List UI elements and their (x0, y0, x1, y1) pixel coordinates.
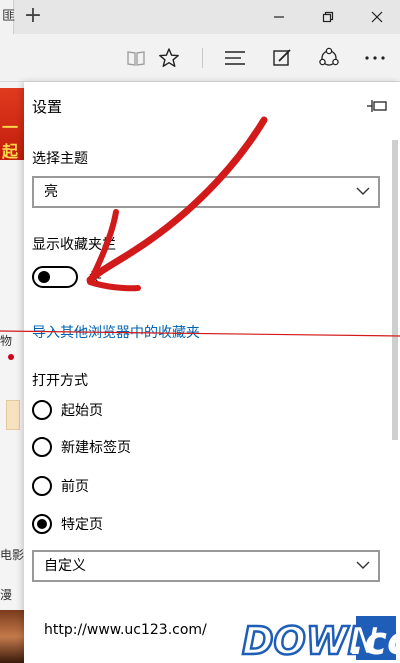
background-text-fragment: 物 (0, 334, 13, 348)
reading-view-button[interactable] (122, 44, 150, 72)
minimize-icon (274, 16, 284, 18)
import-favorites-link[interactable]: 导入其他浏览器中的收藏夹 (32, 322, 200, 342)
minimize-button[interactable] (256, 0, 302, 34)
scrollbar-thumb[interactable] (392, 140, 398, 440)
theme-dropdown[interactable]: 亮 (32, 176, 380, 208)
radio-previous-pages[interactable]: 前页 (32, 474, 89, 498)
custom-url-entry[interactable]: http://www.uc123.com/ (44, 622, 207, 638)
radio-button[interactable] (32, 437, 52, 457)
down-cc-watermark-logo: DOWN .cc (241, 616, 400, 663)
svg-text:.cc: .cc (350, 619, 400, 663)
background-banner-image: 一起 (0, 88, 24, 161)
chevron-down-icon (356, 561, 370, 569)
settings-title: 设置 (32, 98, 63, 116)
pin-panel-button[interactable] (366, 96, 388, 116)
theme-label: 选择主题 (32, 151, 88, 167)
radio-start-page[interactable]: 起始页 (32, 398, 103, 422)
settings-scrollbar[interactable] (390, 132, 400, 622)
background-webpage: 一起 物 电影 漫 (0, 82, 24, 663)
pin-icon (367, 100, 387, 112)
more-actions-button[interactable] (361, 44, 389, 72)
background-thumbnail (6, 400, 20, 430)
radio-label: 前页 (61, 479, 89, 495)
favorites-bar-toggle[interactable] (32, 266, 78, 288)
restore-button[interactable] (305, 0, 351, 34)
close-icon (371, 11, 383, 23)
specific-page-dropdown[interactable]: 自定义 (32, 550, 380, 582)
radio-label: 新建标签页 (61, 440, 131, 456)
toggle-knob (38, 271, 50, 283)
background-text-fragment: 漫 (0, 588, 13, 602)
title-bar: 匪 + (0, 0, 400, 34)
background-text-fragment: 电影 (0, 548, 24, 562)
restore-icon (322, 11, 334, 23)
hub-button[interactable] (221, 44, 249, 72)
radio-button[interactable] (32, 476, 52, 496)
favorites-bar-label: 显示收藏夹栏 (32, 237, 116, 253)
radio-label: 特定页 (61, 517, 103, 533)
background-bullet-dot (8, 354, 14, 360)
close-window-button[interactable] (354, 0, 400, 34)
radio-new-tab-page[interactable]: 新建标签页 (32, 435, 131, 459)
web-note-button[interactable] (268, 44, 296, 72)
new-tab-button[interactable]: + (22, 4, 44, 30)
pen-note-icon (273, 49, 291, 66)
toolbar-separator (202, 48, 203, 68)
favorites-bar-state: 关 (88, 271, 102, 287)
theme-dropdown-value: 亮 (44, 184, 58, 200)
browser-toolbar (0, 34, 400, 82)
specific-page-dropdown-value: 自定义 (44, 558, 86, 574)
star-icon (159, 48, 179, 67)
add-to-favorites-button[interactable] (155, 44, 183, 72)
radio-label: 起始页 (61, 403, 103, 419)
hub-lines-icon (225, 51, 245, 65)
more-dots-icon (365, 56, 385, 60)
share-icon (319, 47, 339, 66)
settings-panel: 设置 选择主题 亮 显示收藏夹栏 关 导入其他浏览器中的收藏夹 打开方式 起始页… (24, 82, 400, 663)
background-photo (0, 610, 24, 663)
radio-button[interactable] (32, 400, 52, 420)
book-icon (127, 51, 145, 66)
open-with-label: 打开方式 (32, 373, 88, 389)
radio-button-selected[interactable] (32, 514, 52, 534)
browser-tab-fragment[interactable]: 匪 (0, 0, 15, 34)
background-banner-text: 一起 (2, 118, 19, 161)
share-button[interactable] (315, 44, 343, 72)
radio-specific-page[interactable]: 特定页 (32, 512, 103, 536)
chevron-down-icon (356, 187, 370, 195)
